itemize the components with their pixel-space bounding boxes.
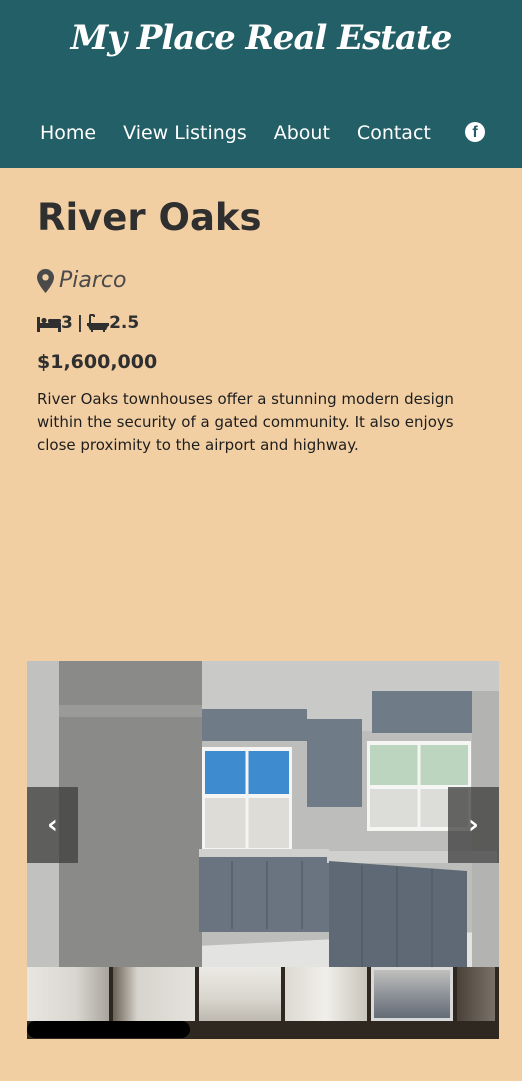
nav-view-listings[interactable]: View Listings (123, 122, 247, 144)
site-brand[interactable]: My Place Real Estate (0, 18, 522, 58)
gallery-prev-button[interactable]: ‹ (27, 787, 78, 863)
thumbnail-1[interactable] (27, 967, 110, 1021)
nav-home[interactable]: Home (40, 122, 96, 144)
site-header: My Place Real Estate Home View Listings … (0, 0, 522, 168)
thumbnail-3[interactable] (199, 967, 282, 1021)
thumbnail-2[interactable] (113, 967, 196, 1021)
listing-title: River Oaks (37, 196, 262, 239)
nav-contact[interactable]: Contact (357, 122, 431, 144)
bath-icon (87, 314, 110, 332)
map-pin-icon (37, 268, 54, 293)
gallery-next-button[interactable]: › (448, 787, 499, 863)
thumbnail-strip (27, 967, 499, 1021)
facebook-icon[interactable]: f (465, 122, 485, 142)
listing-price: $1,600,000 (37, 351, 158, 373)
bathroom-count: 2.5 (109, 313, 140, 333)
listing-location: Piarco (37, 268, 126, 293)
location-name: Piarco (59, 268, 127, 293)
thumbnail-4[interactable] (285, 967, 368, 1021)
thumbnail-6[interactable] (457, 967, 496, 1021)
bed-icon (37, 316, 61, 332)
photo-gallery: ‹ › (27, 661, 499, 1039)
bedroom-count: 3 (61, 313, 73, 333)
thumbnail-scrollbar[interactable] (27, 1021, 190, 1038)
kitchen-photo (27, 661, 499, 967)
listing-specs: 3 | 2.5 (37, 313, 139, 333)
listing-description: River Oaks townhouses offer a stunning m… (37, 390, 454, 454)
thumbnail-5[interactable] (371, 967, 454, 1021)
nav-about[interactable]: About (274, 122, 330, 144)
main-nav: Home View Listings About Contact (40, 120, 458, 146)
specs-separator: | (76, 313, 84, 333)
